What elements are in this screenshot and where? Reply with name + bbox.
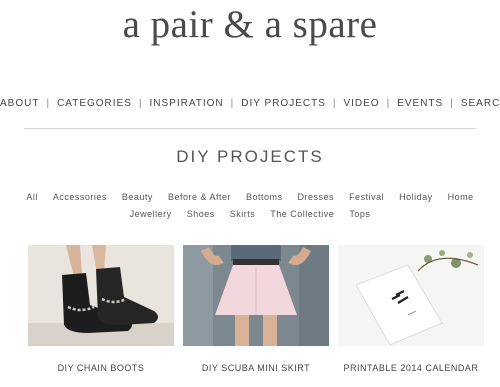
nav-separator: |	[450, 98, 454, 109]
main-nav: ABOUT | CATEGORIES | INSPIRATION | DIY PROJECT…	[0, 98, 500, 109]
filter-home[interactable]: Home	[448, 192, 474, 202]
filter-skirts[interactable]: Skirts	[230, 209, 256, 219]
scuba-skirt-photo	[183, 245, 329, 346]
filter-all[interactable]: All	[26, 192, 38, 202]
page-title: DIY PROJECTS	[176, 147, 324, 166]
post-title-chain-boots[interactable]: DIY CHAIN BOOTS	[21, 363, 181, 373]
nav-separator: |	[46, 98, 51, 109]
nav-item-inspiration[interactable]: INSPIRATION	[150, 98, 224, 109]
nav-item-search[interactable]: SEARCH	[461, 98, 500, 109]
filter-the-collective[interactable]: The Collective	[270, 209, 334, 219]
chain-boots-photo	[28, 245, 174, 346]
nav-separator: |	[386, 98, 391, 109]
post-card-printable-calendar[interactable]	[338, 245, 484, 346]
category-filter-row-1: All Accessories Beauty Before & After Bo…	[0, 192, 500, 202]
nav-item-about[interactable]: ABOUT	[0, 98, 39, 109]
filter-beauty[interactable]: Beauty	[122, 192, 153, 202]
nav-item-events[interactable]: EVENTS	[397, 98, 443, 109]
filter-tops[interactable]: Tops	[349, 209, 370, 219]
filter-dresses[interactable]: Dresses	[298, 192, 335, 202]
category-filter-row-2: Jewellery Shoes Skirts The Collective To…	[0, 209, 500, 219]
nav-separator: |	[332, 98, 337, 109]
nav-item-diy-projects[interactable]: DIY PROJECTS	[241, 98, 326, 109]
site-logo[interactable]: a pair & a spare	[0, 2, 500, 47]
post-card-scuba-skirt[interactable]	[183, 245, 329, 346]
nav-divider	[24, 128, 476, 129]
nav-item-video[interactable]: VIDEO	[343, 98, 379, 109]
filter-bottoms[interactable]: Bottoms	[246, 192, 283, 202]
filter-holiday[interactable]: Holiday	[399, 192, 433, 202]
filter-festival[interactable]: Festival	[349, 192, 384, 202]
filter-before-after[interactable]: Before & After	[168, 192, 231, 202]
calendar-photo	[338, 245, 484, 346]
nav-item-categories[interactable]: CATEGORIES	[57, 98, 132, 109]
nav-separator: |	[230, 98, 235, 109]
filter-shoes[interactable]: Shoes	[187, 209, 215, 219]
post-card-chain-boots[interactable]	[28, 245, 174, 346]
filter-accessories[interactable]: Accessories	[53, 192, 107, 202]
nav-separator: |	[138, 98, 143, 109]
post-title-printable-calendar[interactable]: PRINTABLE 2014 CALENDAR	[331, 363, 491, 373]
filter-jewellery[interactable]: Jewellery	[130, 209, 172, 219]
post-title-scuba-skirt[interactable]: DIY SCUBA MINI SKIRT	[176, 363, 336, 373]
